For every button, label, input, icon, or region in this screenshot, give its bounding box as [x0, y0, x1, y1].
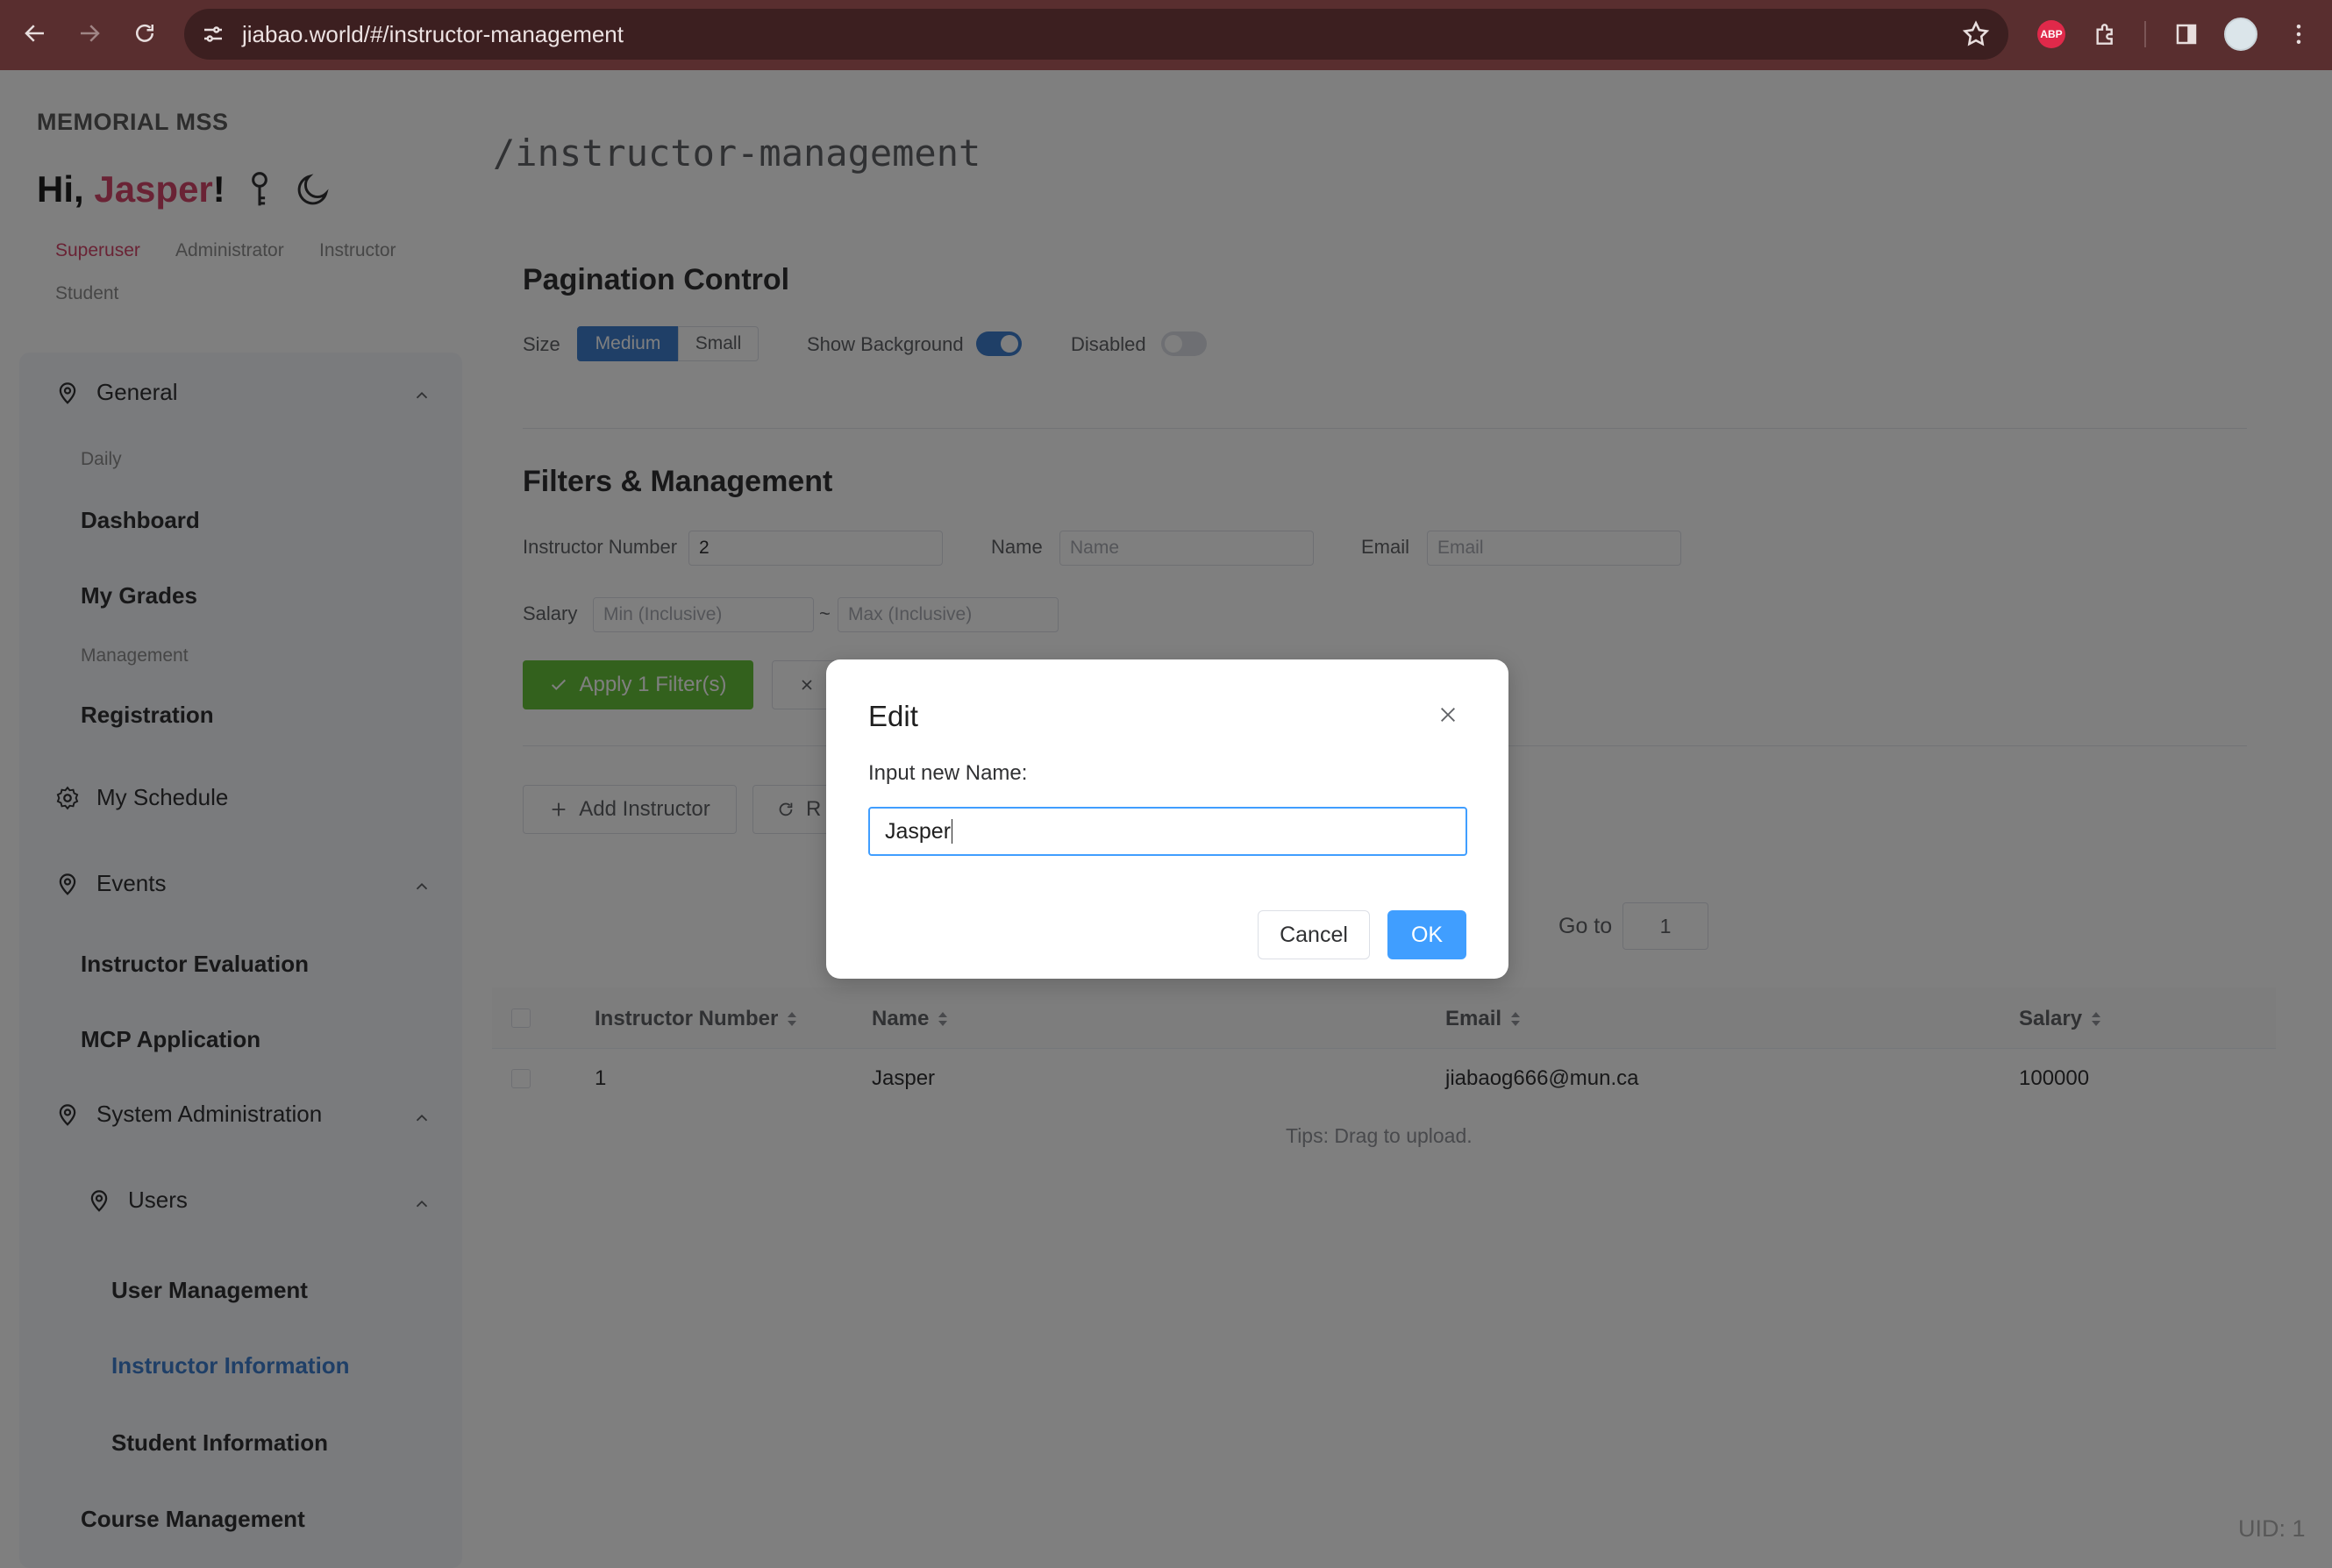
arrow-right-icon — [81, 25, 100, 42]
reload-icon — [136, 24, 153, 42]
edit-dialog: Edit Input new Name: Jasper Cancel OK — [826, 659, 1508, 979]
url-text[interactable]: jiabao.world/#/instructor-management — [242, 21, 624, 48]
browser-toolbar: jiabao.world/#/instructor-management ABP — [0, 0, 2332, 70]
side-panel-button[interactable] — [2168, 16, 2205, 53]
new-name-input[interactable]: Jasper — [868, 807, 1467, 856]
reload-button[interactable] — [125, 14, 164, 53]
ok-button[interactable]: OK — [1387, 910, 1466, 959]
back-button[interactable] — [16, 14, 54, 53]
dialog-title: Edit — [868, 700, 918, 732]
side-panel-icon — [2176, 24, 2197, 45]
browser-menu-button[interactable] — [2280, 16, 2317, 53]
avatar — [2224, 18, 2257, 51]
address-bar[interactable]: jiabao.world/#/instructor-management — [184, 9, 2008, 60]
profile-button[interactable] — [2222, 16, 2259, 53]
close-icon[interactable] — [1438, 705, 1458, 724]
arrow-left-icon — [25, 25, 44, 42]
forward-button[interactable] — [70, 14, 109, 53]
toolbar-divider — [2144, 21, 2146, 47]
site-settings-icon[interactable] — [200, 21, 226, 47]
adblock-extension-button[interactable]: ABP — [2033, 16, 2070, 53]
cancel-button[interactable]: Cancel — [1258, 910, 1370, 959]
new-name-value: Jasper — [885, 818, 952, 844]
bookmark-star-icon[interactable] — [1961, 19, 1991, 49]
more-vertical-icon — [2296, 25, 2301, 44]
puzzle-icon — [2096, 24, 2113, 45]
dialog-input-label: Input new Name: — [868, 761, 1028, 785]
adblock-icon: ABP — [2037, 20, 2065, 48]
extensions-button[interactable] — [2087, 16, 2124, 53]
